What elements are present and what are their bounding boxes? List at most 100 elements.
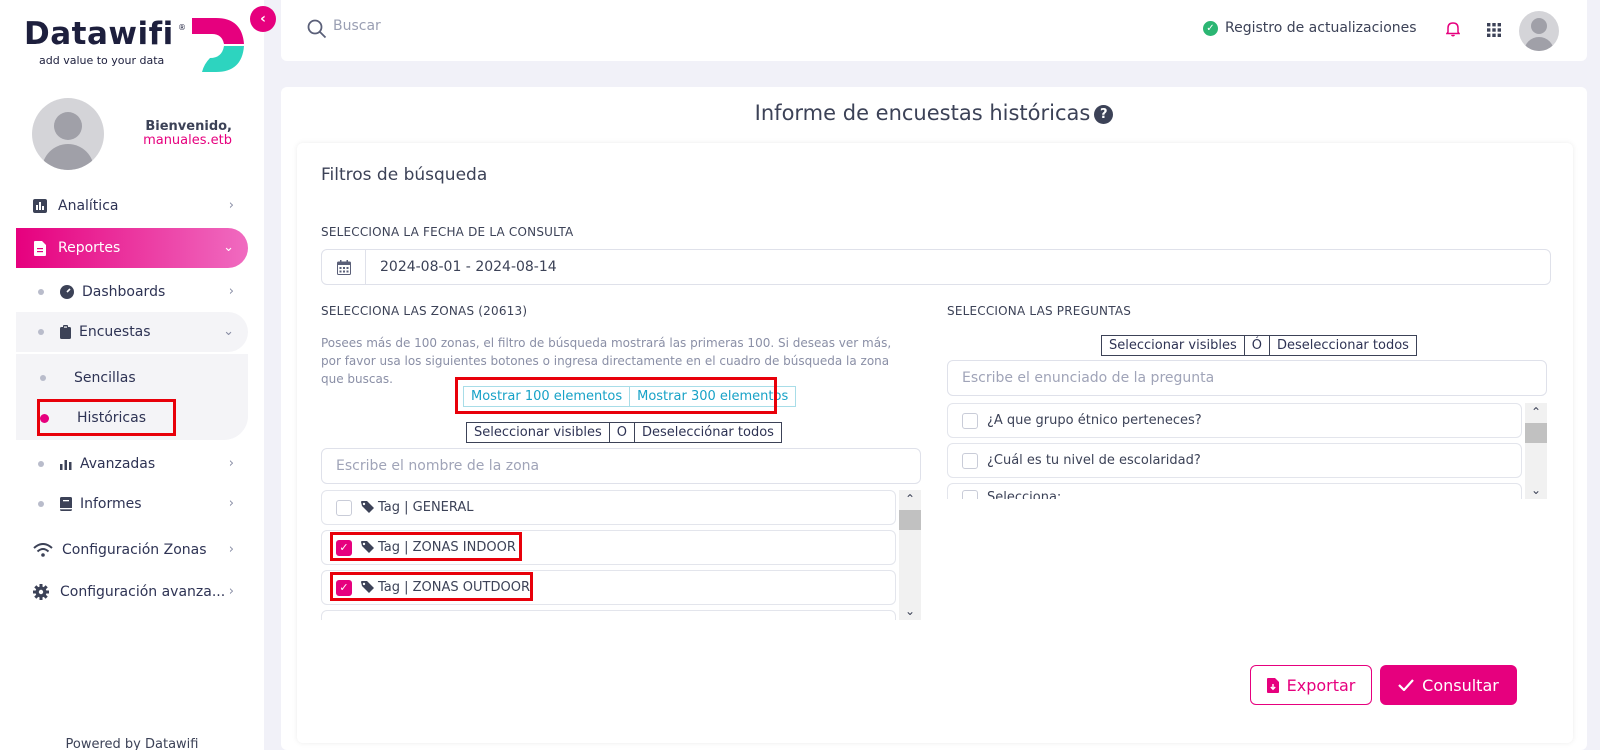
zone-item[interactable]: Tag | ZONAS INDOOR xyxy=(321,530,896,565)
nav-config-zonas-label: Configuración Zonas xyxy=(62,542,207,558)
nav-encuestas[interactable]: Encuestas ⌄ xyxy=(16,312,248,352)
zone-item-partial[interactable] xyxy=(321,610,896,620)
welcome-text: Bienvenido, xyxy=(145,119,232,134)
clipboard-icon xyxy=(60,325,71,339)
apps-grid-icon[interactable] xyxy=(1487,23,1501,37)
question-item[interactable]: ¿Cuál es tu nivel de escolaridad? xyxy=(947,443,1522,478)
bell-icon[interactable] xyxy=(1446,21,1460,37)
nav-sencillas[interactable]: Sencillas xyxy=(40,363,136,393)
scroll-down-icon[interactable]: ⌄ xyxy=(899,602,921,620)
zone-search-input[interactable] xyxy=(321,448,921,484)
question-checkbox[interactable] xyxy=(962,490,978,499)
logo-wordmark: Datawifi xyxy=(24,16,174,52)
nav-analitica-label: Analítica xyxy=(58,198,119,214)
question-item[interactable]: Selecciona: xyxy=(947,483,1522,499)
zones-note: Posees más de 100 zonas, el filtro de bú… xyxy=(321,336,892,386)
zone-item[interactable]: Tag | ZONAS OUTDOOR xyxy=(321,570,896,605)
tag-icon xyxy=(361,541,375,554)
powered-by: Powered by Datawifi xyxy=(65,737,199,750)
nav-analitica[interactable]: Analítica › xyxy=(16,186,248,226)
bar-chart-icon xyxy=(60,458,72,470)
username: manuales.etb xyxy=(143,133,232,148)
search-icon xyxy=(307,19,327,39)
chevron-down-icon: ⌄ xyxy=(223,324,234,339)
zones-deselect-all-button[interactable]: Deselecciónar todos xyxy=(635,423,781,442)
active-dot xyxy=(40,413,49,423)
zone-label: Tag | ZONAS OUTDOOR xyxy=(378,580,530,595)
zone-checkbox[interactable] xyxy=(336,499,352,516)
chevron-right-icon: › xyxy=(228,584,234,599)
questions-label: SELECCIONA LAS PREGUNTAS xyxy=(947,304,1132,318)
date-range-field[interactable]: 2024-08-01 - 2024-08-14 xyxy=(321,249,1551,285)
search-input[interactable] xyxy=(333,18,633,34)
chevron-right-icon: › xyxy=(228,542,234,557)
question-checkbox[interactable] xyxy=(962,452,978,469)
nav-config-avanzada[interactable]: Configuración avanza... › xyxy=(16,572,248,612)
file-icon xyxy=(32,240,48,256)
zone-item[interactable]: Tag | GENERAL xyxy=(321,490,896,525)
nav-dashboards[interactable]: Dashboards › xyxy=(16,272,248,312)
updates-log-label: Registro de actualizaciones xyxy=(1225,20,1417,36)
nav-informes[interactable]: Informes › xyxy=(16,484,248,524)
profile-avatar xyxy=(32,98,104,170)
collapse-sidebar-button[interactable]: ‹ xyxy=(250,6,276,32)
scroll-up-icon[interactable]: ⌃ xyxy=(899,490,921,508)
book-icon xyxy=(60,497,72,511)
chevron-right-icon: › xyxy=(228,456,234,471)
nav-reportes[interactable]: Reportes ⌄ xyxy=(16,228,248,268)
nav-avanzadas-label: Avanzadas xyxy=(80,456,156,472)
questions-deselect-all-button[interactable]: Deseleccionar todos xyxy=(1270,336,1416,355)
questions-select-visible-button[interactable]: Seleccionar visibles xyxy=(1102,336,1245,355)
zones-select-group: Seleccionar visibles O Deselecciónar tod… xyxy=(466,422,782,443)
question-label: ¿Cuál es tu nivel de escolaridad? xyxy=(987,453,1201,468)
filters-title: Filtros de búsqueda xyxy=(321,165,488,185)
logo-tagline: add value to your data xyxy=(39,54,165,67)
nav-encuestas-label: Encuestas xyxy=(79,324,151,340)
zone-checkbox[interactable] xyxy=(336,579,352,596)
bullet-dot xyxy=(38,501,44,507)
questions-or-separator: Ó xyxy=(1245,336,1270,355)
wifi-icon xyxy=(32,542,54,558)
nav-sencillas-label: Sencillas xyxy=(74,370,136,386)
question-label: Selecciona: xyxy=(987,490,1062,499)
show-elements-group: Mostrar 100 elementos Mostrar 300 elemen… xyxy=(463,386,797,407)
welcome-block: Bienvenido, manuales.etb xyxy=(120,120,232,148)
zone-checkbox[interactable] xyxy=(336,539,352,556)
bullet-dot xyxy=(40,375,46,381)
scroll-thumb[interactable] xyxy=(1525,423,1547,443)
consult-button[interactable]: Consultar xyxy=(1380,665,1517,705)
date-range-value: 2024-08-01 - 2024-08-14 xyxy=(380,259,557,275)
scroll-thumb[interactable] xyxy=(899,510,921,530)
zones-select-visible-button[interactable]: Seleccionar visibles xyxy=(467,423,610,442)
gear-icon xyxy=(32,584,50,600)
show-100-button[interactable]: Mostrar 100 elementos xyxy=(464,387,631,406)
gauge-icon xyxy=(60,285,74,299)
show-300-button[interactable]: Mostrar 300 elementos xyxy=(630,387,795,406)
main-card: Informe de encuestas históricas? Filtros… xyxy=(281,87,1587,750)
consult-label: Consultar xyxy=(1422,675,1499,695)
zones-or-separator: O xyxy=(610,423,635,442)
zones-scrollbar[interactable]: ⌃ ⌄ xyxy=(899,490,921,620)
question-checkbox[interactable] xyxy=(962,412,978,429)
question-search-input[interactable] xyxy=(947,360,1547,396)
updates-log-link[interactable]: ✓ Registro de actualizaciones xyxy=(1203,20,1417,36)
page-title: Informe de encuestas históricas? xyxy=(281,101,1587,125)
nav-historicas[interactable]: Históricas xyxy=(40,403,146,433)
zone-label: Tag | GENERAL xyxy=(378,500,474,515)
nav-avanzadas[interactable]: Avanzadas › xyxy=(16,444,248,484)
export-button[interactable]: Exportar xyxy=(1250,665,1372,705)
nav-config-zonas[interactable]: Configuración Zonas › xyxy=(16,530,248,570)
sidebar: Datawifi ® add value to your data Bienve… xyxy=(0,0,264,750)
help-icon[interactable]: ? xyxy=(1094,105,1114,124)
scroll-up-icon[interactable]: ⌃ xyxy=(1525,403,1547,421)
question-item[interactable]: ¿A que grupo étnico perteneces? xyxy=(947,403,1522,438)
scroll-down-icon[interactable]: ⌄ xyxy=(1525,481,1547,499)
logo-registered-mark: ® xyxy=(178,23,186,32)
nav-config-avanzada-label: Configuración avanza... xyxy=(60,584,226,600)
datawifi-logo[interactable]: Datawifi ® add value to your data xyxy=(24,16,244,72)
user-avatar[interactable] xyxy=(1519,11,1559,51)
chevron-down-icon: ⌄ xyxy=(223,240,234,255)
bullet-dot xyxy=(38,289,44,295)
questions-scrollbar[interactable]: ⌃ ⌄ xyxy=(1525,403,1547,499)
top-header: ✓ Registro de actualizaciones xyxy=(281,0,1587,61)
